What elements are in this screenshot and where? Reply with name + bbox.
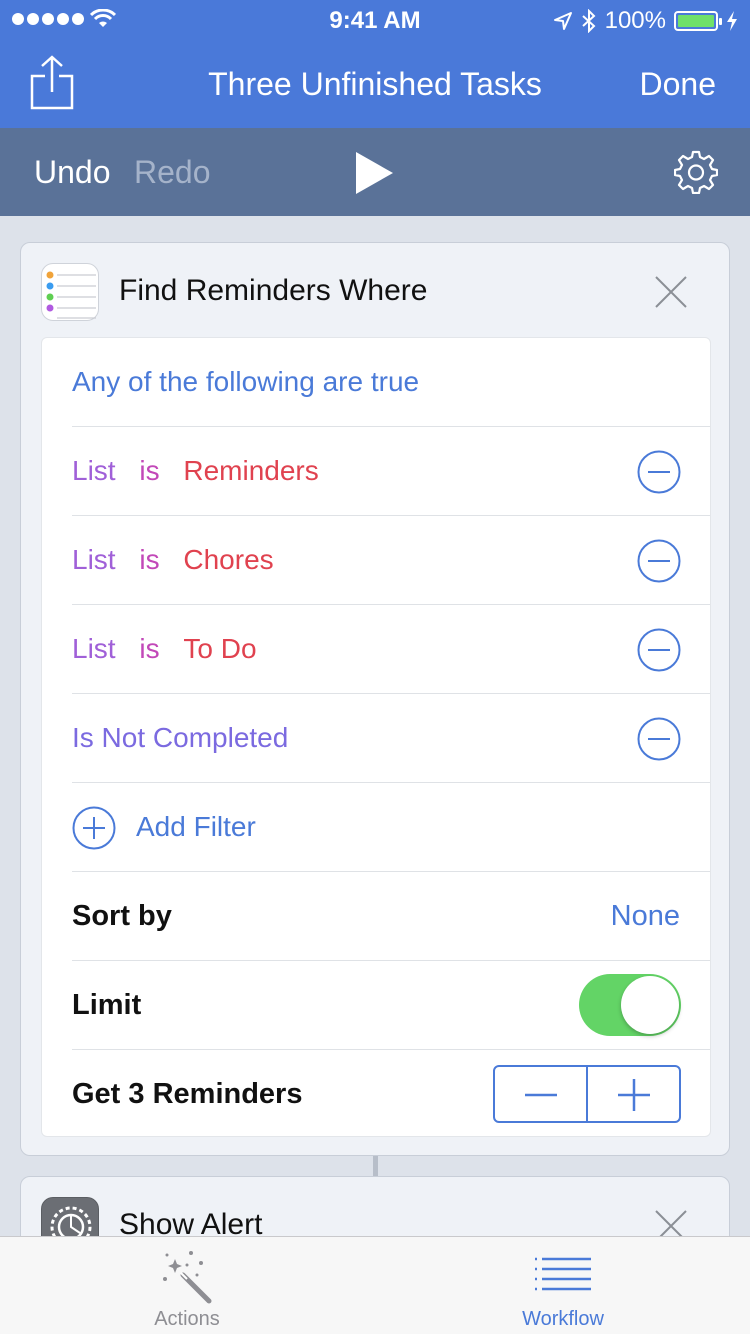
filter-operator[interactable]: is [139,544,159,575]
add-filter-button[interactable]: Add Filter [136,811,256,843]
share-icon[interactable] [30,54,74,110]
workflow-title[interactable]: Three Unfinished Tasks [150,66,600,103]
redo-button[interactable]: Redo [134,154,211,191]
tab-bar: Actions Workflow [0,1236,750,1334]
filter-panel: Any of the following are true List is Re… [41,337,711,1137]
tab-label: Workflow [522,1308,604,1330]
card-title: Find Reminders Where [119,274,428,307]
sort-value[interactable]: None [611,900,680,933]
undo-button[interactable]: Undo [34,154,111,191]
card-header: Find Reminders Where [21,243,729,337]
filter-row[interactable]: Is Not Completed [72,694,710,783]
limit-row: Limit [72,961,710,1050]
increment-button[interactable] [586,1067,679,1121]
play-icon[interactable] [356,152,394,194]
filter-operator[interactable]: is [139,633,159,664]
sort-row[interactable]: Sort by None [72,872,710,961]
filter-row[interactable]: List is Chores [72,516,710,605]
sort-label: Sort by [72,900,172,932]
limit-label: Limit [72,989,142,1021]
filter-operator[interactable]: is [139,455,159,486]
remove-filter-icon[interactable] [637,539,681,583]
minus-icon [525,1093,557,1097]
card-connector [373,1156,378,1178]
gear-icon[interactable] [674,150,718,194]
bluetooth-icon [581,9,596,33]
decrement-button[interactable] [495,1067,586,1121]
reminders-app-icon [41,263,99,321]
charging-bolt-icon [727,11,737,31]
get-count-row: Get 3 Reminders [72,1050,710,1139]
status-right: 100% [553,7,738,35]
filter-row[interactable]: List is To Do [72,605,710,694]
match-mode-label[interactable]: Any of the following are true [72,366,419,398]
filter-value[interactable]: Chores [183,544,273,575]
find-reminders-card: Find Reminders Where Any of the followin… [20,242,730,1156]
filter-field[interactable]: Is Not Completed [72,722,288,754]
filter-value[interactable]: To Do [183,633,256,664]
filter-field[interactable]: List [72,544,116,575]
limit-toggle[interactable] [579,974,681,1036]
tab-label: Actions [154,1308,220,1330]
add-filter-row[interactable]: Add Filter [72,783,710,872]
list-lines-icon [535,1257,591,1291]
tab-actions[interactable]: Actions [87,1237,287,1334]
match-mode-row[interactable]: Any of the following are true [72,338,710,427]
toggle-knob [621,976,679,1034]
magic-wand-icon [163,1251,212,1304]
filter-field[interactable]: List [72,455,116,486]
remove-filter-icon[interactable] [637,450,681,494]
filter-field[interactable]: List [72,633,116,664]
navigation-bar: Three Unfinished Tasks Done [0,40,750,128]
filter-row[interactable]: List is Reminders [72,427,710,516]
remove-filter-icon[interactable] [637,628,681,672]
battery-icon [674,11,722,31]
filter-value[interactable]: Reminders [183,455,318,486]
editor-toolbar: Undo Redo [0,128,750,216]
close-icon[interactable] [655,276,687,308]
get-count-label: Get 3 Reminders [72,1078,303,1110]
remove-filter-icon[interactable] [637,717,681,761]
status-bar: 9:41 AM 100% [0,0,750,40]
done-button[interactable]: Done [640,66,717,103]
count-stepper [493,1065,681,1123]
location-arrow-icon [553,12,572,30]
plus-icon [618,1079,650,1111]
add-circle-icon[interactable] [72,806,116,850]
battery-percent: 100% [604,7,666,34]
tab-workflow[interactable]: Workflow [463,1237,663,1334]
